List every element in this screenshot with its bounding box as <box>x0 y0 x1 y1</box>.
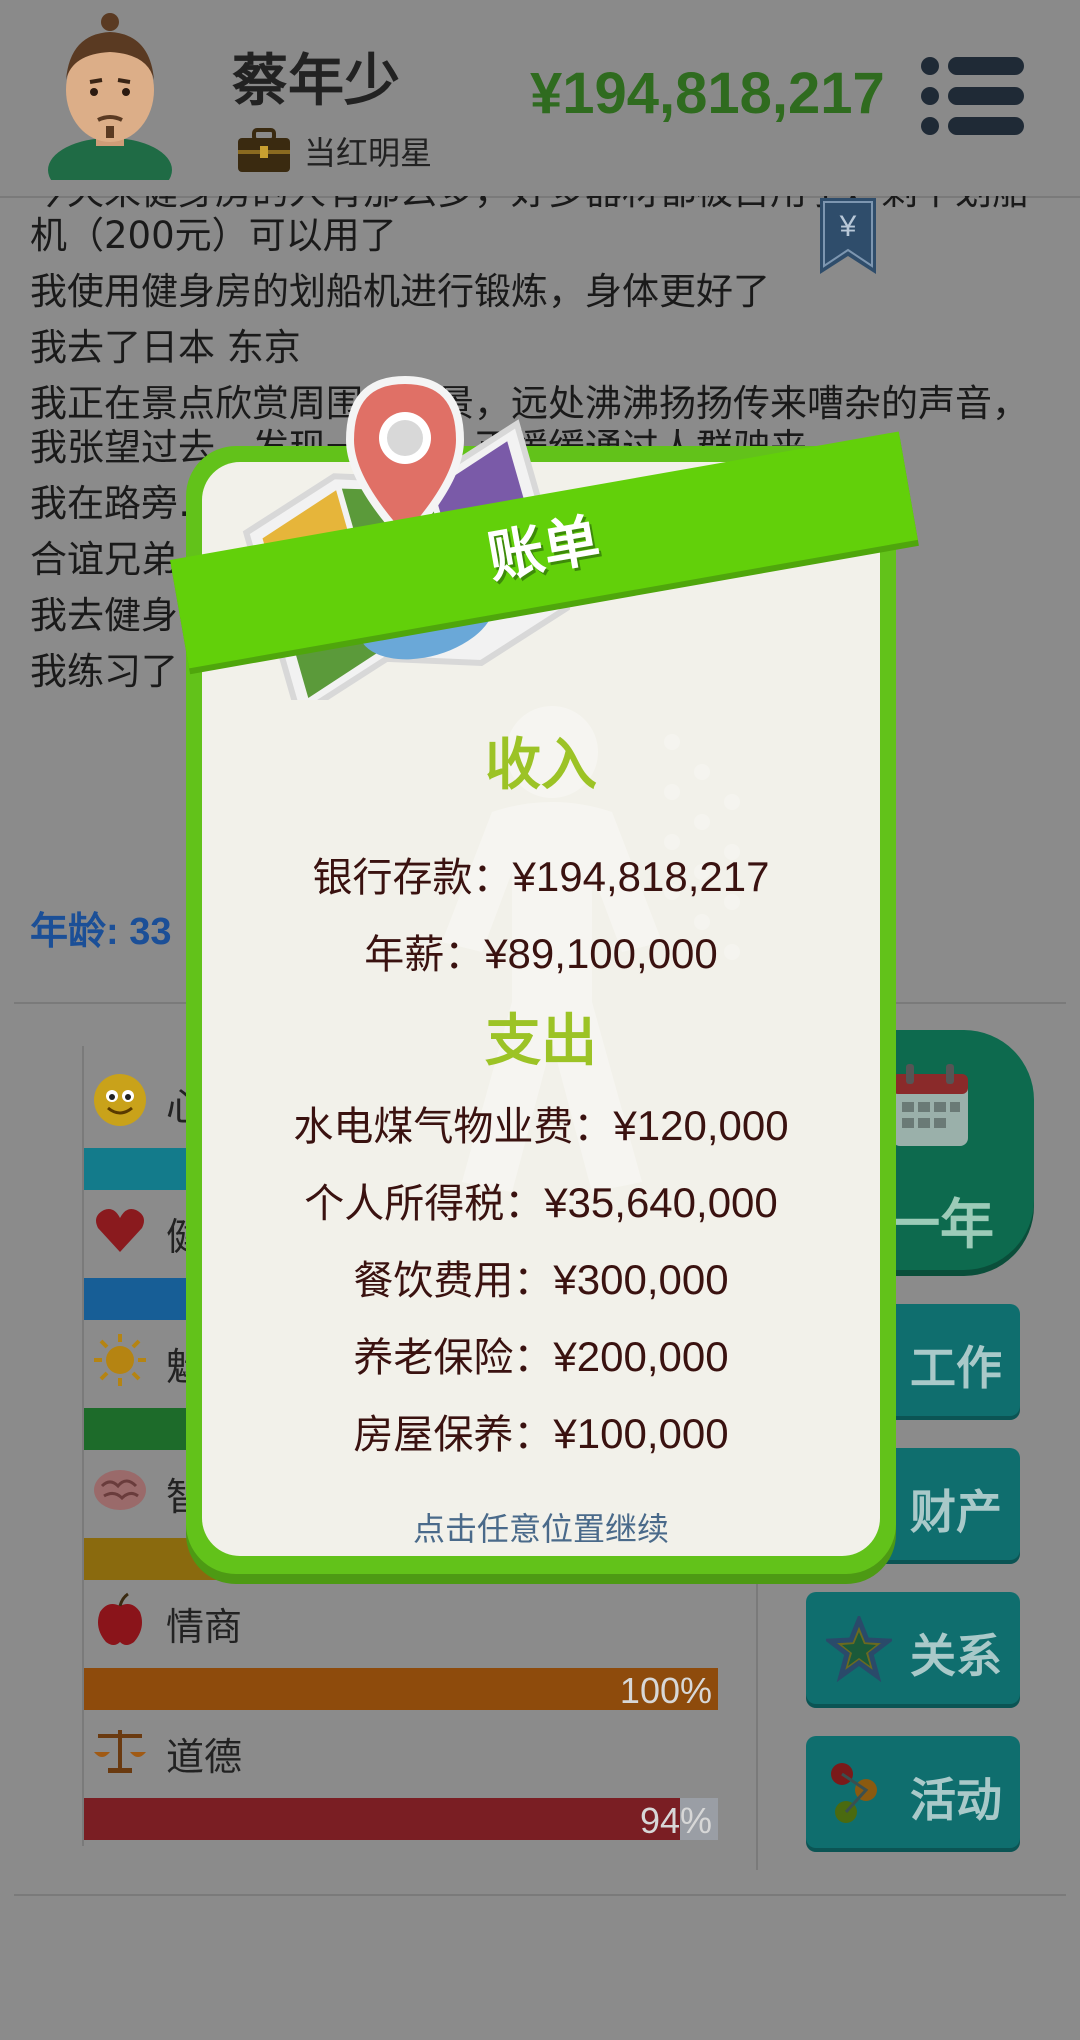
expense-value: ¥120,000 <box>613 1102 789 1149</box>
expense-label: 餐饮费用： <box>353 1258 554 1304</box>
income-label: 银行存款： <box>312 855 513 901</box>
income-value: ¥194,818,217 <box>512 853 770 900</box>
income-label: 年薪： <box>364 932 485 978</box>
expense-label: 水电煤气物业费： <box>293 1104 614 1150</box>
continue-hint[interactable]: 点击任意位置继续 <box>186 1504 896 1550</box>
income-row-bank: 银行存款：¥194,818,217 <box>186 845 896 903</box>
expense-label: 房屋保养： <box>353 1412 554 1458</box>
expense-row-utilities: 水电煤气物业费：¥120,000 <box>186 1094 896 1152</box>
expense-value: ¥200,000 <box>553 1333 729 1380</box>
income-title: 收入 <box>485 733 597 798</box>
expense-label: 个人所得税： <box>304 1181 545 1227</box>
expense-row-food: 餐饮费用：¥300,000 <box>186 1248 896 1306</box>
income-value: ¥89,100,000 <box>484 930 718 977</box>
expense-title: 支出 <box>485 1009 597 1074</box>
expense-value: ¥300,000 <box>553 1256 729 1303</box>
expense-label: 养老保险： <box>353 1335 554 1381</box>
modal-overlay[interactable]: 账单 收入 银行存款：¥194,818,217 年薪：¥89,100,000 支… <box>0 0 1080 2040</box>
expense-value: ¥100,000 <box>553 1410 729 1457</box>
expense-row-house: 房屋保养：¥100,000 <box>186 1402 896 1460</box>
income-row-salary: 年薪：¥89,100,000 <box>186 922 896 980</box>
expense-row-pension: 养老保险：¥200,000 <box>186 1325 896 1383</box>
expense-value: ¥35,640,000 <box>544 1179 778 1226</box>
expense-row-tax: 个人所得税：¥35,640,000 <box>186 1171 896 1229</box>
